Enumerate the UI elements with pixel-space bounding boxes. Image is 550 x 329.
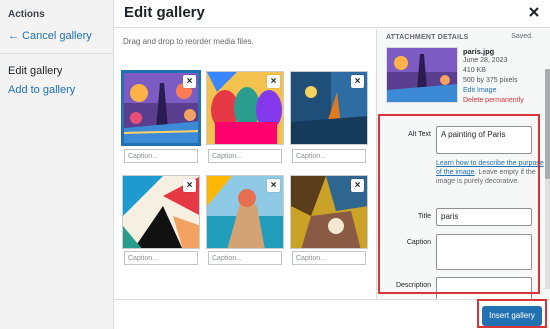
remove-image-button[interactable]: × — [183, 179, 196, 192]
attachment-filename: paris.jpg — [463, 47, 495, 56]
gallery-image-faces[interactable]: × — [206, 71, 284, 145]
gallery-area: Drag and drop to reorder media files. × … — [114, 29, 376, 299]
sidebar-item-add-to-gallery[interactable]: Add to gallery — [8, 84, 75, 96]
description-label: Description — [395, 282, 431, 289]
description-textarea[interactable] — [436, 277, 532, 299]
alt-text-label: Alt Text — [408, 131, 431, 138]
alt-text-help: Learn how to describe the purpose of the… — [436, 159, 546, 186]
gallery-image-cubist[interactable]: × — [290, 175, 368, 249]
close-icon[interactable] — [526, 4, 542, 20]
cancel-gallery-link[interactable]: ← Cancel gallery — [8, 30, 92, 42]
details-scrollbar-thumb[interactable] — [545, 69, 550, 179]
modal-header: Edit gallery — [114, 0, 550, 28]
caption-field[interactable]: Caption... — [292, 149, 366, 163]
alt-text-field[interactable] — [436, 126, 532, 154]
title-label: Title — [418, 213, 431, 220]
insert-gallery-button[interactable]: Insert gallery — [482, 306, 542, 326]
page-title: Edit gallery — [124, 4, 205, 21]
gallery-image-paris[interactable]: × — [122, 71, 200, 145]
remove-image-button[interactable]: × — [351, 179, 364, 192]
gallery-image-abstract[interactable]: × — [122, 175, 200, 249]
attachment-details-panel: ATTACHMENT DETAILS Saved. paris.jpg June… — [376, 29, 550, 299]
remove-image-button[interactable]: × — [267, 179, 280, 192]
attachment-details-heading: ATTACHMENT DETAILS — [386, 34, 469, 41]
attachment-thumbnail — [386, 47, 458, 103]
saved-status: Saved. — [511, 33, 533, 40]
caption-field[interactable]: Caption... — [208, 251, 282, 265]
delete-permanently-link[interactable]: Delete permanently — [463, 97, 524, 104]
actions-sidebar: Actions ← Cancel gallery Edit gallery Ad… — [0, 0, 114, 329]
caption-field[interactable]: Caption... — [292, 251, 366, 265]
sidebar-item-edit-gallery[interactable]: Edit gallery — [8, 65, 62, 77]
sidebar-divider — [0, 53, 113, 54]
edit-image-link[interactable]: Edit Image — [463, 87, 496, 94]
attachment-dimensions: 500 by 375 pixels — [463, 77, 518, 84]
caption-field[interactable]: Caption... — [124, 149, 198, 163]
gallery-image-figure[interactable]: × — [206, 175, 284, 249]
sidebar-title: Actions — [8, 9, 45, 20]
remove-image-button[interactable]: × — [351, 75, 364, 88]
title-field[interactable]: paris — [436, 208, 532, 226]
remove-image-button[interactable]: × — [267, 75, 280, 88]
gallery-image-rain[interactable]: × — [290, 71, 368, 145]
caption-field[interactable]: Caption... — [124, 251, 198, 265]
caption-textarea[interactable] — [436, 234, 532, 270]
caption-label: Caption — [406, 239, 431, 246]
attachment-size: 410 KB — [463, 67, 486, 74]
instructions-text: Drag and drop to reorder media files. — [123, 37, 254, 46]
modal-footer: Insert gallery — [114, 299, 550, 329]
caption-field[interactable]: Caption... — [208, 149, 282, 163]
remove-image-button[interactable]: × — [183, 75, 196, 88]
attachment-date: June 28, 2023 — [463, 57, 508, 64]
